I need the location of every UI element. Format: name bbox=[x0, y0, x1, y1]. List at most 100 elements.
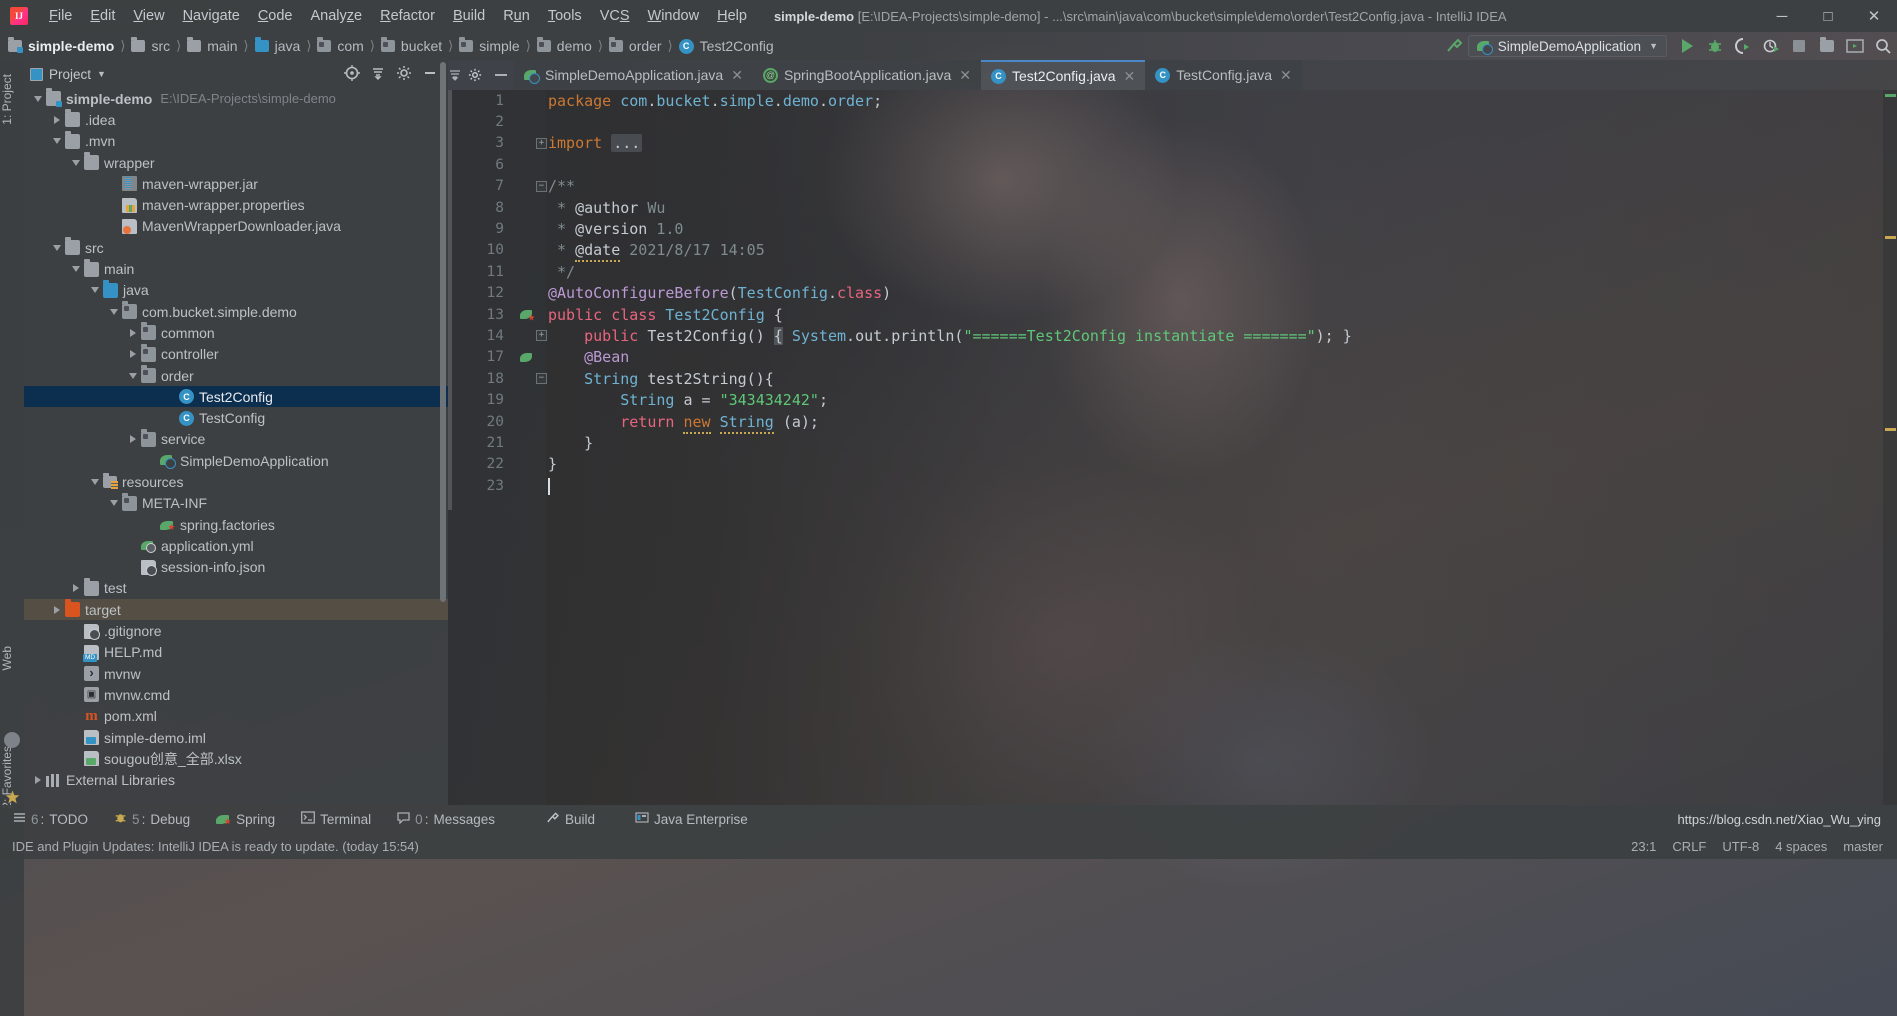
maximize-button[interactable]: □ bbox=[1805, 0, 1851, 32]
stop-icon[interactable] bbox=[1785, 33, 1813, 59]
breadcrumb-item-test2config[interactable]: C Test2Config bbox=[678, 38, 774, 54]
tab-list-icon[interactable] bbox=[448, 60, 462, 90]
menu-refactor[interactable]: Refactor bbox=[371, 4, 444, 28]
tree-node-main[interactable]: main bbox=[24, 258, 448, 279]
minimize-button[interactable]: ─ bbox=[1759, 0, 1805, 32]
editor-code-area[interactable]: 1 package com.bucket.simple.demo.order; 2 3… bbox=[448, 90, 1897, 805]
status-indent[interactable]: 4 spaces bbox=[1775, 839, 1827, 854]
close-icon[interactable]: ✕ bbox=[731, 67, 743, 84]
code-line[interactable]: 13 public class Test2Config { bbox=[448, 304, 1897, 325]
bottom-item-java-enterprise[interactable]: Java Enterprise bbox=[622, 811, 761, 827]
bottom-item-messages[interactable]: 0: Messages bbox=[384, 811, 508, 827]
chevron-right-icon[interactable] bbox=[125, 350, 141, 359]
menu-edit[interactable]: Edit bbox=[81, 4, 124, 28]
menu-code[interactable]: Code bbox=[249, 4, 302, 28]
close-icon[interactable]: ✕ bbox=[1124, 68, 1136, 85]
close-icon[interactable]: ✕ bbox=[1280, 67, 1292, 84]
tab-springbootapplication-java[interactable]: @ SpringBootApplication.java ✕ bbox=[752, 60, 982, 90]
fold-collapse-icon[interactable]: − bbox=[536, 180, 547, 192]
code-line[interactable]: 20 return new String (a); bbox=[448, 411, 1897, 434]
tree-node-mavenwrapperdownloader-java[interactable]: MavenWrapperDownloader.java bbox=[24, 216, 448, 237]
close-icon[interactable]: ✕ bbox=[959, 67, 971, 84]
profile-icon[interactable] bbox=[1757, 33, 1785, 59]
tree-node-pom-xml[interactable]: m pom.xml bbox=[24, 706, 448, 727]
breadcrumb-item-main[interactable]: main bbox=[187, 37, 238, 54]
tree-node-controller[interactable]: controller bbox=[24, 343, 448, 365]
chevron-down-icon[interactable] bbox=[49, 244, 65, 251]
breadcrumb-item-demo[interactable]: demo bbox=[536, 37, 592, 54]
code-line[interactable]: 23 bbox=[448, 475, 1897, 496]
chevron-down-icon[interactable] bbox=[30, 95, 46, 102]
tree-node-mvnw-cmd[interactable]: mvnw.cmd bbox=[24, 684, 448, 705]
code-line[interactable]: 10 * @date 2021/8/17 14:05 bbox=[448, 240, 1897, 263]
fold-collapse-icon[interactable]: − bbox=[536, 373, 547, 385]
menu-help[interactable]: Help bbox=[708, 4, 756, 28]
code-line[interactable]: 7 −/** bbox=[448, 176, 1897, 197]
breadcrumb-item-src[interactable]: src bbox=[131, 37, 170, 54]
bottom-item-debug[interactable]: 5: Debug bbox=[101, 811, 203, 827]
tree-node-resources[interactable]: resources bbox=[24, 471, 448, 492]
chevron-right-icon[interactable] bbox=[49, 115, 65, 124]
chevron-down-icon[interactable] bbox=[68, 159, 84, 166]
tree-node-test[interactable]: test bbox=[24, 577, 448, 599]
tree-node-wrapper[interactable]: wrapper bbox=[24, 152, 448, 173]
tree-node-target[interactable]: target bbox=[24, 599, 448, 621]
bottom-item-terminal[interactable]: Terminal bbox=[288, 811, 384, 827]
tree-node-external-libraries[interactable]: External Libraries bbox=[24, 770, 448, 791]
tree-node-maven-wrapper-properties[interactable]: maven-wrapper.properties bbox=[24, 194, 448, 215]
gear-icon[interactable] bbox=[396, 65, 412, 84]
chevron-down-icon[interactable] bbox=[87, 287, 103, 294]
code-line[interactable]: 2 bbox=[448, 111, 1897, 132]
project-file-tree[interactable]: simple-demo E:\IDEA-Projects\simple-demo.… bbox=[24, 88, 448, 805]
editor-scrollbar[interactable] bbox=[448, 90, 452, 510]
tab-simpledemoapplication-java[interactable]: SimpleDemoApplication.java ✕ bbox=[514, 60, 753, 90]
code-line[interactable]: 17 @Bean bbox=[448, 347, 1897, 368]
status-line-separator[interactable]: CRLF bbox=[1672, 839, 1706, 854]
tree-node-common[interactable]: common bbox=[24, 322, 448, 343]
spring-bean-gutter-icon[interactable] bbox=[508, 308, 546, 321]
tree-node-application-yml[interactable]: application.yml bbox=[24, 535, 448, 556]
chevron-right-icon[interactable] bbox=[49, 605, 65, 614]
hide-editor-tabs-icon[interactable] bbox=[488, 60, 514, 90]
project-panel-scrollbar[interactable] bbox=[440, 62, 446, 602]
close-button[interactable]: ✕ bbox=[1851, 0, 1897, 32]
run-with-coverage-icon[interactable] bbox=[1729, 33, 1757, 59]
debug-icon[interactable] bbox=[1701, 33, 1729, 59]
tree-node-meta-inf[interactable]: META-INF bbox=[24, 492, 448, 514]
menu-vcs[interactable]: VCS bbox=[591, 4, 639, 28]
code-line[interactable]: 1 package com.bucket.simple.demo.order; bbox=[448, 90, 1897, 111]
menu-analyze[interactable]: Analyze bbox=[302, 4, 372, 28]
tree-node-idea[interactable]: .idea bbox=[24, 109, 448, 130]
tab-testconfig-java[interactable]: C TestConfig.java ✕ bbox=[1145, 60, 1302, 90]
chevron-down-icon[interactable] bbox=[106, 308, 122, 315]
breadcrumb-item-order[interactable]: order bbox=[608, 37, 662, 54]
tree-node-simple-demo-iml[interactable]: simple-demo.iml bbox=[24, 727, 448, 748]
code-line[interactable]: 22} bbox=[448, 454, 1897, 475]
console-icon[interactable] bbox=[1841, 33, 1869, 59]
status-encoding[interactable]: UTF-8 bbox=[1722, 839, 1759, 854]
chevron-down-icon[interactable] bbox=[106, 500, 122, 507]
tree-node-mvnw[interactable]: mvnw bbox=[24, 663, 448, 684]
project-structure-icon[interactable] bbox=[1813, 33, 1841, 59]
menu-file[interactable]: FFileile bbox=[40, 4, 81, 28]
chevron-right-icon[interactable] bbox=[30, 776, 46, 785]
breadcrumb-item-java[interactable]: java bbox=[254, 37, 300, 54]
menu-tools[interactable]: Tools bbox=[539, 4, 591, 28]
tree-node-order[interactable]: order bbox=[24, 365, 448, 386]
settings-gear-icon[interactable] bbox=[462, 60, 488, 90]
hide-panel-icon[interactable] bbox=[422, 65, 438, 84]
tree-node-gitignore[interactable]: .gitignore bbox=[24, 620, 448, 641]
code-line[interactable]: 14 + public Test2Config() { System.out.pr… bbox=[448, 325, 1897, 346]
tab-test2config-java[interactable]: C Test2Config.java ✕ bbox=[981, 60, 1146, 90]
code-line[interactable]: 8 * @author Wu bbox=[448, 197, 1897, 218]
tree-node-src[interactable]: src bbox=[24, 237, 448, 258]
tree-node-mvn[interactable]: .mvn bbox=[24, 130, 448, 152]
bottom-item-build[interactable]: Build bbox=[532, 811, 608, 828]
tree-node-test2config[interactable]: C Test2Config bbox=[24, 386, 448, 408]
tree-node-sougou-xlsx[interactable]: sougou创意_全部.xlsx bbox=[24, 748, 448, 769]
tree-node-simpledemoapplication[interactable]: SimpleDemoApplication bbox=[24, 450, 448, 471]
menu-window[interactable]: Window bbox=[639, 4, 709, 28]
menu-navigate[interactable]: Navigate bbox=[174, 4, 249, 28]
chevron-down-icon[interactable] bbox=[68, 266, 84, 273]
code-line[interactable]: 12 @AutoConfigureBefore(TestConfig.class) bbox=[448, 283, 1897, 304]
